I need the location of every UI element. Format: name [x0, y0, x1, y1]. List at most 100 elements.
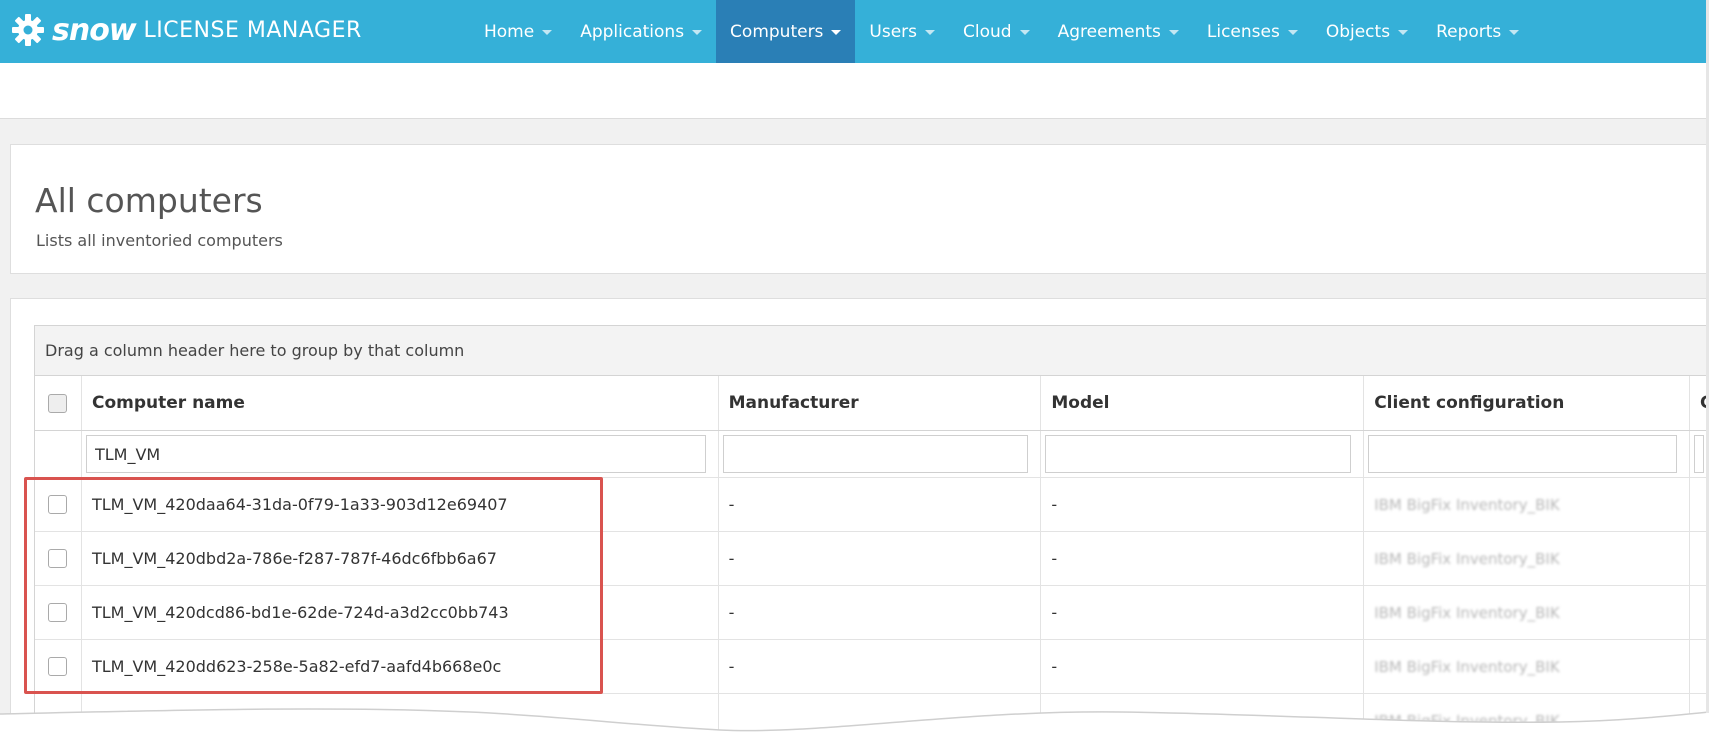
nav-reports[interactable]: Reports — [1422, 0, 1533, 63]
nav-reports-label: Reports — [1436, 21, 1502, 42]
computer-name-cell[interactable]: TLM_VM_420daa64-31da-0f79-1a33-903d12e69… — [82, 478, 719, 531]
group-by-drop-zone[interactable]: Drag a column header here to group by th… — [35, 326, 1709, 376]
row-select-cell — [35, 532, 82, 585]
nav-computers-label: Computers — [730, 21, 824, 42]
row-select-cell — [35, 694, 82, 733]
nav-licenses[interactable]: Licenses — [1193, 0, 1312, 63]
computers-grid: Drag a column header here to group by th… — [34, 325, 1709, 733]
chevron-down-icon — [1398, 30, 1409, 35]
computer-name-filter-input[interactable] — [85, 435, 706, 473]
column-header-truncated[interactable]: C — [1690, 376, 1709, 430]
client-configuration-filter-input[interactable] — [1368, 435, 1678, 473]
manufacturer-cell: - — [719, 586, 1042, 639]
top-navbar: snow LICENSE MANAGER Home Applications C… — [0, 0, 1709, 63]
filter-spacer — [35, 431, 82, 477]
nav-home[interactable]: Home — [470, 0, 566, 63]
sub-toolbar — [0, 63, 1709, 119]
nav-agreements-label: Agreements — [1057, 21, 1161, 42]
column-header-manufacturer[interactable]: Manufacturer — [719, 376, 1042, 430]
truncated-cell — [1690, 586, 1709, 639]
chevron-down-icon — [692, 30, 703, 35]
nav-computers[interactable]: Computers — [716, 0, 856, 63]
client-configuration-cell: IBM BigFix Inventory_BIK — [1364, 694, 1691, 733]
manufacturer-cell: - — [719, 478, 1042, 531]
truncated-filter-input[interactable] — [1694, 435, 1705, 473]
client-configuration-cell: IBM BigFix Inventory_BIK — [1364, 478, 1691, 531]
model-cell: - — [1041, 694, 1365, 733]
main-nav: Home Applications Computers Users Cloud … — [470, 0, 1533, 63]
nav-licenses-label: Licenses — [1206, 21, 1280, 42]
filter-cell-computer-name — [82, 431, 719, 477]
table-row[interactable]: TLM_VM_420dd623-258e-5a82-efd7-aafd4b668… — [35, 640, 1709, 694]
row-checkbox[interactable] — [48, 549, 68, 568]
computer-name-cell[interactable]: TLM_VM_420dcd86-bd1e-62de-724d-a3d2cc0bb… — [82, 586, 719, 639]
nav-applications[interactable]: Applications — [566, 0, 716, 63]
row-checkbox[interactable] — [48, 603, 68, 622]
filter-cell-client-configuration — [1364, 431, 1691, 477]
column-header-client-configuration[interactable]: Client configuration — [1364, 376, 1691, 430]
nav-users[interactable]: Users — [855, 0, 949, 63]
model-cell: - — [1041, 640, 1365, 693]
client-configuration-cell: IBM BigFix Inventory_BIK — [1364, 640, 1691, 693]
row-select-cell — [35, 640, 82, 693]
row-checkbox[interactable] — [48, 495, 68, 514]
truncated-cell — [1690, 694, 1709, 733]
select-all-cell — [35, 376, 82, 430]
table-row[interactable]: TLM_VM_420dcd86-bd1e-62de-724d-a3d2cc0bb… — [35, 586, 1709, 640]
nav-agreements[interactable]: Agreements — [1044, 0, 1193, 63]
model-cell: - — [1041, 586, 1365, 639]
nav-cloud[interactable]: Cloud — [949, 0, 1044, 63]
computer-name-cell[interactable]: TLM_VM_420dbd2a-786e-f287-787f-46dc6fbb6… — [82, 532, 719, 585]
truncated-cell — [1690, 478, 1709, 531]
select-all-checkbox[interactable] — [48, 393, 68, 413]
page-subtitle: Lists all inventoried computers — [36, 231, 283, 250]
grid-header-row: Computer name Manufacturer Model Client … — [35, 376, 1709, 431]
filter-cell-manufacturer — [719, 431, 1042, 477]
client-configuration-value: IBM BigFix Inventory_BIK — [1374, 603, 1560, 622]
chevron-down-icon — [542, 30, 553, 35]
brand-wordmark: snow — [52, 12, 137, 48]
client-configuration-value: IBM BigFix Inventory_BIK — [1374, 711, 1560, 730]
filter-cell-truncated — [1690, 431, 1709, 477]
page-title: All computers — [35, 181, 263, 220]
brand-product-name: LICENSE MANAGER — [143, 17, 362, 43]
nav-objects[interactable]: Objects — [1312, 0, 1422, 63]
column-header-model[interactable]: Model — [1041, 376, 1365, 430]
client-configuration-cell: IBM BigFix Inventory_BIK — [1364, 532, 1691, 585]
table-row[interactable]: - IBM BigFix Inventory_BIK — [35, 694, 1709, 733]
table-row[interactable]: TLM_VM_420daa64-31da-0f79-1a33-903d12e69… — [35, 478, 1709, 532]
manufacturer-cell: - — [719, 532, 1042, 585]
nav-objects-label: Objects — [1325, 21, 1391, 42]
client-configuration-value: IBM BigFix Inventory_BIK — [1374, 495, 1560, 514]
manufacturer-cell — [719, 694, 1042, 733]
model-cell: - — [1041, 478, 1365, 531]
page-header-panel: All computers Lists all inventoried comp… — [10, 144, 1709, 274]
nav-applications-label: Applications — [580, 21, 685, 42]
client-configuration-cell: IBM BigFix Inventory_BIK — [1364, 586, 1691, 639]
nav-cloud-label: Cloud — [963, 21, 1012, 42]
model-cell: - — [1041, 532, 1365, 585]
row-select-cell — [35, 478, 82, 531]
model-filter-input[interactable] — [1045, 435, 1352, 473]
computer-name-cell[interactable]: TLM_VM_420dd623-258e-5a82-efd7-aafd4b668… — [82, 640, 719, 693]
computer-name-cell[interactable] — [82, 694, 719, 733]
client-configuration-value: IBM BigFix Inventory_BIK — [1374, 657, 1560, 676]
manufacturer-cell: - — [719, 640, 1042, 693]
row-checkbox[interactable] — [48, 657, 68, 676]
chevron-down-icon — [1287, 30, 1298, 35]
nav-home-label: Home — [484, 21, 535, 42]
snow-gear-icon — [12, 14, 44, 46]
nav-users-label: Users — [869, 21, 918, 42]
table-row[interactable]: TLM_VM_420dbd2a-786e-f287-787f-46dc6fbb6… — [35, 532, 1709, 586]
chevron-down-icon — [1168, 30, 1179, 35]
row-select-cell — [35, 586, 82, 639]
column-header-computer-name[interactable]: Computer name — [82, 376, 719, 430]
chevron-down-icon — [1509, 30, 1520, 35]
grid-filter-row — [35, 431, 1709, 478]
chevron-down-icon — [1019, 30, 1030, 35]
client-configuration-value: IBM BigFix Inventory_BIK — [1374, 549, 1560, 568]
chevron-down-icon — [925, 30, 936, 35]
manufacturer-filter-input[interactable] — [722, 435, 1029, 473]
truncated-cell — [1690, 532, 1709, 585]
brand-logo[interactable]: snow LICENSE MANAGER — [10, 10, 362, 50]
